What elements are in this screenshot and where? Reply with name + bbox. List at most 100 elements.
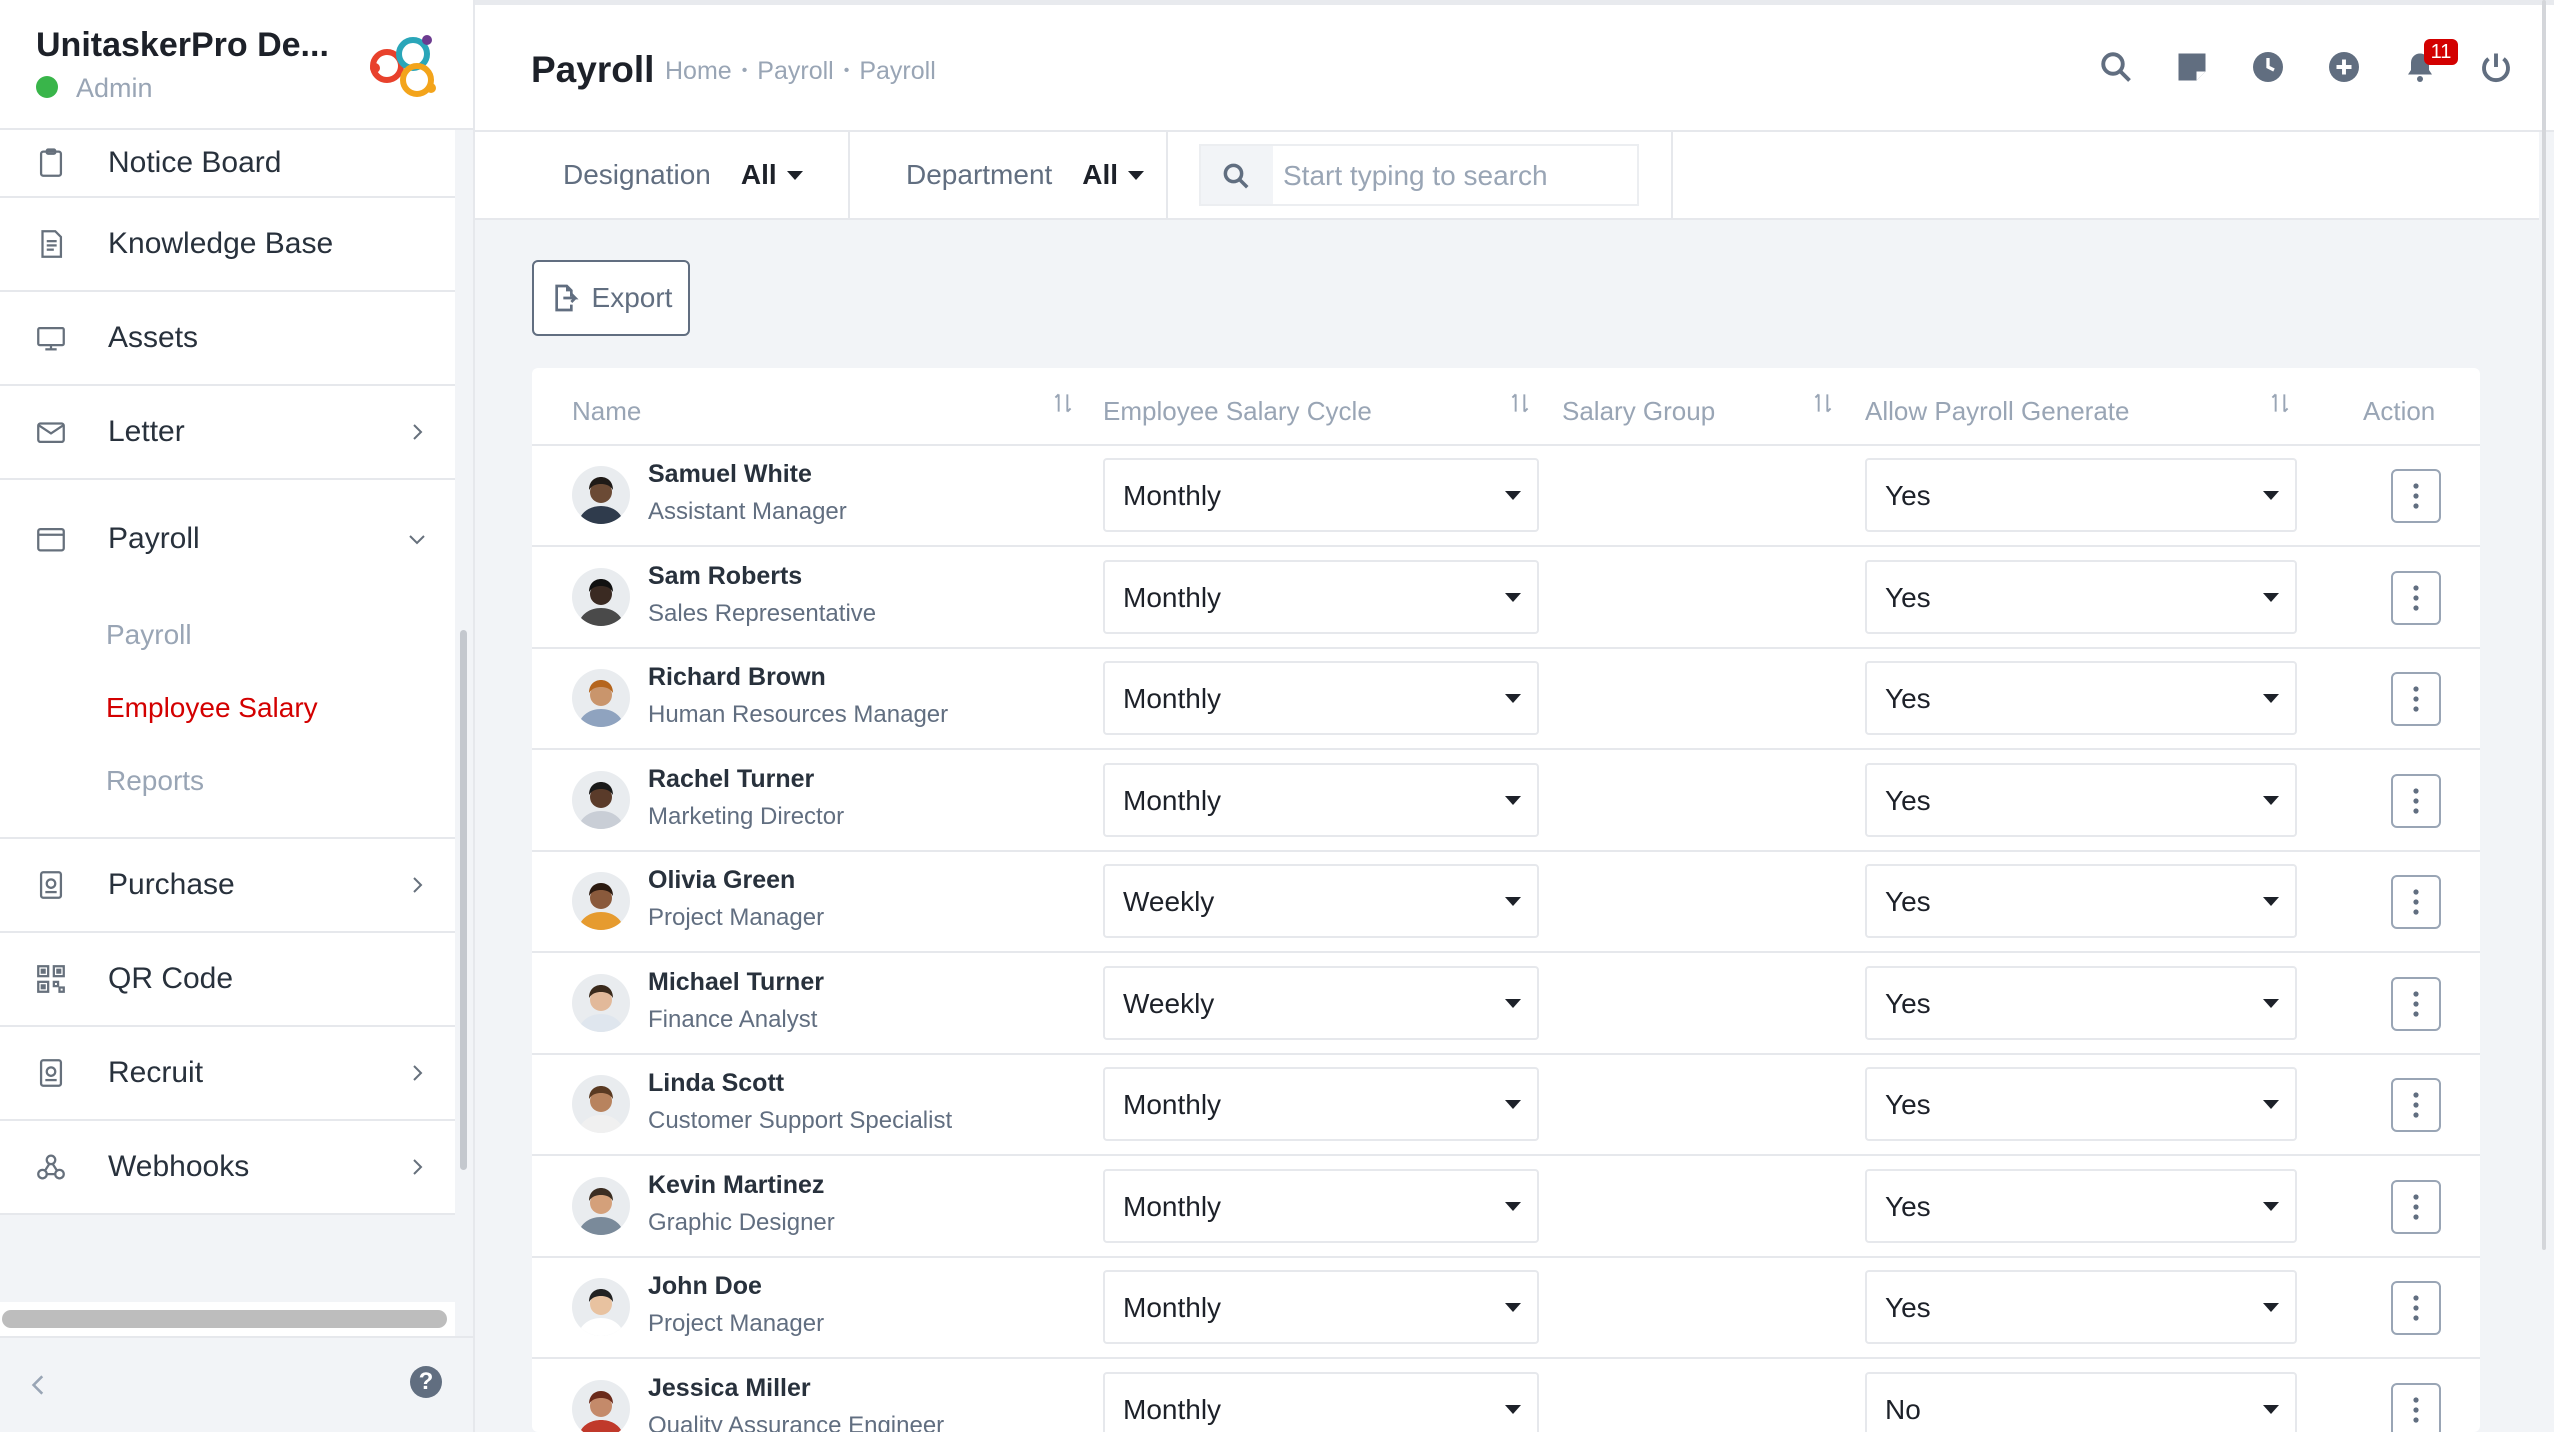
allow-payroll-select[interactable]: Yes [1865, 1270, 2297, 1344]
employee-avatar[interactable] [572, 1176, 630, 1235]
sidebar-item-knowledge-base[interactable]: Knowledge Base [0, 198, 455, 292]
sidebar-vertical-scrollbar[interactable] [460, 630, 467, 1170]
salary-cycle-select[interactable]: Monthly [1103, 1168, 1539, 1243]
salary-cycle-select[interactable]: Monthly [1103, 762, 1539, 837]
allow-payroll-select[interactable]: Yes [1865, 864, 2297, 938]
salary-cycle-select[interactable]: Monthly [1103, 458, 1539, 532]
employee-avatar[interactable] [572, 1379, 630, 1432]
row-action-button[interactable] [2391, 570, 2441, 625]
column-header-salary-cycle[interactable]: Employee Salary Cycle [1103, 396, 1372, 427]
salary-cycle-select[interactable]: Weekly [1103, 864, 1539, 938]
sidebar-item-assets[interactable]: Assets [0, 292, 455, 386]
salary-cycle-select[interactable]: Monthly [1103, 1067, 1539, 1141]
employee-avatar[interactable] [572, 466, 630, 524]
salary-cycle-select[interactable]: Monthly [1103, 661, 1539, 735]
column-header-salary-group[interactable]: Salary Group [1562, 396, 1715, 427]
sort-icon[interactable] [1050, 388, 1076, 418]
row-action-button[interactable] [2391, 976, 2441, 1031]
sort-icon[interactable] [1810, 388, 1836, 418]
page-vertical-scrollbar[interactable] [2542, 0, 2546, 1250]
salary-cycle-select[interactable]: Monthly [1103, 1371, 1539, 1432]
allow-payroll-select[interactable]: Yes [1865, 1067, 2297, 1141]
employee-name[interactable]: Sam Roberts [648, 562, 802, 591]
row-action-button[interactable] [2391, 672, 2441, 726]
allow-payroll-select[interactable]: No [1865, 1371, 2297, 1432]
department-value[interactable]: All [1082, 159, 1118, 191]
employee-avatar[interactable] [572, 1278, 630, 1336]
add-circle-icon[interactable] [2326, 49, 2362, 85]
sidebar-item-purchase[interactable]: Purchase [0, 839, 455, 933]
employee-avatar[interactable] [572, 669, 630, 727]
notification-bell[interactable]: 11 [2402, 39, 2458, 85]
sidebar-item-payroll[interactable]: Payroll [0, 480, 455, 598]
employee-avatar[interactable] [572, 567, 630, 626]
sidebar-item-label: Recruit [108, 1056, 204, 1089]
company-logo-icon [370, 35, 436, 97]
row-action-button[interactable] [2391, 1281, 2441, 1335]
sidebar-item-webhooks[interactable]: Webhooks [0, 1121, 455, 1215]
export-button[interactable]: Export [532, 260, 690, 336]
sidebar-item-qr-code[interactable]: QR Code [0, 933, 455, 1027]
employee-avatar[interactable] [572, 770, 630, 829]
employee-name[interactable]: Olivia Green [648, 866, 795, 895]
sticky-note-icon[interactable] [2174, 49, 2210, 85]
breadcrumb-payroll[interactable]: Payroll [757, 57, 833, 86]
search-icon[interactable] [2098, 49, 2134, 85]
search-input[interactable] [1281, 152, 1625, 200]
employee-name[interactable]: Linda Scott [648, 1069, 784, 1098]
employee-name[interactable]: Rachel Turner [648, 765, 814, 794]
power-icon[interactable] [2478, 49, 2514, 85]
allow-payroll-select[interactable]: Yes [1865, 965, 2297, 1040]
more-vertical-icon [2413, 889, 2419, 915]
designation-value[interactable]: All [741, 159, 777, 191]
department-filter[interactable]: Department All [850, 132, 1168, 218]
employee-avatar[interactable] [572, 973, 630, 1032]
employee-name[interactable]: Samuel White [648, 460, 812, 489]
designation-filter[interactable]: Designation All [475, 132, 850, 218]
row-action-button[interactable] [2391, 1078, 2441, 1132]
employee-name[interactable]: Kevin Martinez [648, 1171, 824, 1200]
sidebar-item-letter[interactable]: Letter [0, 386, 455, 480]
submenu-item-reports[interactable]: Reports [0, 744, 455, 817]
submenu-item-payroll[interactable]: Payroll [0, 598, 455, 671]
sidebar-item-notice-board[interactable]: Notice Board [0, 130, 455, 198]
sort-icon[interactable] [1507, 388, 1533, 418]
salary-cycle-select[interactable]: Monthly [1103, 559, 1539, 634]
employee-name[interactable]: Michael Turner [648, 968, 824, 997]
breadcrumb-home[interactable]: Home [665, 57, 732, 86]
employee-avatar[interactable] [572, 1075, 630, 1133]
row-action-button[interactable] [2391, 875, 2441, 929]
employee-designation: Graphic Designer [648, 1208, 835, 1236]
allow-payroll-select[interactable]: Yes [1865, 661, 2297, 735]
collapse-sidebar-icon[interactable] [26, 1370, 52, 1400]
salary-cycle-value: Monthly [1123, 1089, 1222, 1120]
salary-cycle-select[interactable]: Monthly [1103, 1270, 1539, 1344]
row-action-button[interactable] [2391, 773, 2441, 828]
allow-payroll-select[interactable]: Yes [1865, 559, 2297, 634]
help-icon[interactable]: ? [410, 1366, 442, 1398]
submenu-item-employee-salary[interactable]: Employee Salary [0, 671, 455, 744]
sort-icon[interactable] [2267, 388, 2293, 418]
sidebar-item-recruit[interactable]: Recruit [0, 1027, 455, 1121]
row-action-button[interactable] [2391, 1179, 2441, 1234]
employee-avatar[interactable] [572, 872, 630, 930]
company-name[interactable]: UnitaskerPro De... [36, 26, 329, 65]
column-header-allow-payroll[interactable]: Allow Payroll Generate [1865, 396, 2129, 427]
allow-payroll-select[interactable]: Yes [1865, 1168, 2297, 1243]
allow-payroll-select[interactable]: Yes [1865, 458, 2297, 532]
row-action-button[interactable] [2391, 469, 2441, 523]
caret-down-icon [1505, 694, 1521, 703]
employee-name[interactable]: Jessica Miller [648, 1374, 811, 1403]
employee-name[interactable]: Richard Brown [648, 663, 826, 692]
row-action-button[interactable] [2391, 1382, 2441, 1432]
allow-payroll-value: Yes [1885, 886, 1931, 917]
badge-icon [39, 1059, 63, 1087]
company-header[interactable]: UnitaskerPro De... Admin [0, 0, 473, 130]
salary-cycle-select[interactable]: Weekly [1103, 965, 1539, 1040]
allow-payroll-select[interactable]: Yes [1865, 762, 2297, 837]
caret-down-icon [1505, 592, 1521, 602]
clock-icon[interactable] [2250, 49, 2286, 85]
sidebar-horizontal-scrollbar[interactable] [2, 1310, 447, 1328]
column-header-name[interactable]: Name [572, 396, 641, 427]
employee-name[interactable]: John Doe [648, 1272, 762, 1301]
